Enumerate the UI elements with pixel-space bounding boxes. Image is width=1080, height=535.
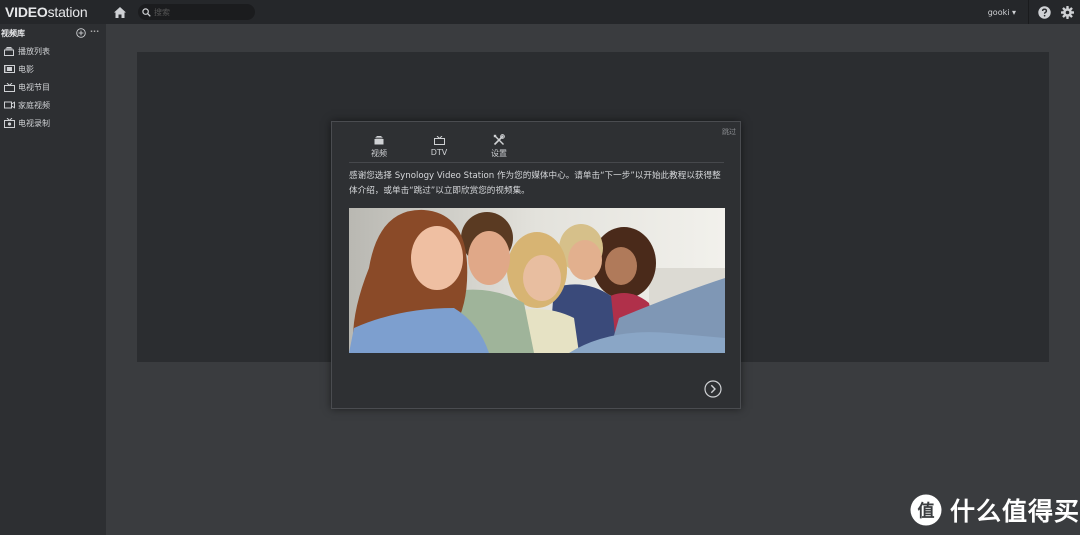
top-right-controls: gooki ▾ <box>988 0 1074 24</box>
dialog-tabs: 视频 DTV 设置 <box>349 132 724 163</box>
more-options-icon[interactable]: ··· <box>90 27 99 36</box>
tab-settings[interactable]: 设置 <box>474 133 524 159</box>
tab-label: 设置 <box>491 149 507 158</box>
sidebar-item-playlist[interactable]: 播放列表 <box>0 42 106 60</box>
playlist-icon <box>0 46 18 56</box>
dialog-description: 感谢您选择 Synology Video Station 作为您的媒体中心。请单… <box>349 171 721 196</box>
tab-label: DTV <box>430 148 448 157</box>
help-button[interactable] <box>1037 5 1051 19</box>
camera-icon <box>0 101 18 109</box>
tv-icon <box>0 82 18 92</box>
watermark-text: 什么值得买 <box>950 497 1080 526</box>
tab-label: 视频 <box>371 149 387 158</box>
user-menu[interactable]: gooki ▾ <box>988 8 1016 17</box>
sidebar-title: 视频库 <box>1 28 25 38</box>
chevron-right-icon <box>710 384 716 394</box>
home-icon <box>114 6 126 18</box>
sidebar-item-label: 电影 <box>18 64 34 74</box>
sidebar-item-label: 电视节目 <box>18 82 50 92</box>
svg-text:值: 值 <box>918 501 935 522</box>
search-box[interactable] <box>138 4 255 20</box>
tab-dtv[interactable]: DTV <box>414 133 464 157</box>
add-library-icon[interactable] <box>76 28 86 38</box>
film-icon <box>0 65 18 73</box>
sidebar: 视频库 ··· 播放列表 电影 电视节目 家庭视频 电视录制 <box>0 24 106 535</box>
sidebar-item-movies[interactable]: 电影 <box>0 60 106 78</box>
sidebar-header: 视频库 ··· <box>0 24 106 42</box>
app-logo: VIDEOstation <box>0 4 106 20</box>
tab-video[interactable]: 视频 <box>354 133 404 159</box>
sidebar-item-label: 播放列表 <box>18 46 50 56</box>
sidebar-item-home-videos[interactable]: 家庭视频 <box>0 96 106 114</box>
recording-icon <box>0 118 18 128</box>
sidebar-item-tv-recording[interactable]: 电视录制 <box>0 114 106 132</box>
video-library-icon <box>354 133 404 147</box>
tools-icon <box>474 133 524 147</box>
help-icon <box>1037 5 1051 19</box>
search-input[interactable] <box>154 7 249 17</box>
search-icon <box>142 7 151 17</box>
sidebar-item-tv-shows[interactable]: 电视节目 <box>0 78 106 96</box>
next-step-button[interactable] <box>704 380 722 398</box>
friends-watching-photo <box>349 208 725 353</box>
logo-bold-text: VIDEO <box>5 4 48 20</box>
gear-icon <box>1060 5 1074 19</box>
sidebar-item-label: 电视录制 <box>18 118 50 128</box>
home-button[interactable] <box>108 0 132 24</box>
watermark-logo-icon: 值 <box>910 494 942 526</box>
watermark: 值 什么值得买 <box>910 492 1080 528</box>
welcome-dialog: 跳过 视频 DTV 设置 感谢您选择 Synology Video Statio… <box>331 121 741 409</box>
logo-rest-text: station <box>47 4 88 20</box>
tv-icon <box>414 133 464 147</box>
top-bar: VIDEOstation gooki ▾ <box>0 0 1080 24</box>
sidebar-item-label: 家庭视频 <box>18 100 50 110</box>
divider <box>1028 0 1029 24</box>
settings-button[interactable] <box>1060 5 1074 19</box>
skip-link[interactable]: 跳过 <box>722 127 736 137</box>
